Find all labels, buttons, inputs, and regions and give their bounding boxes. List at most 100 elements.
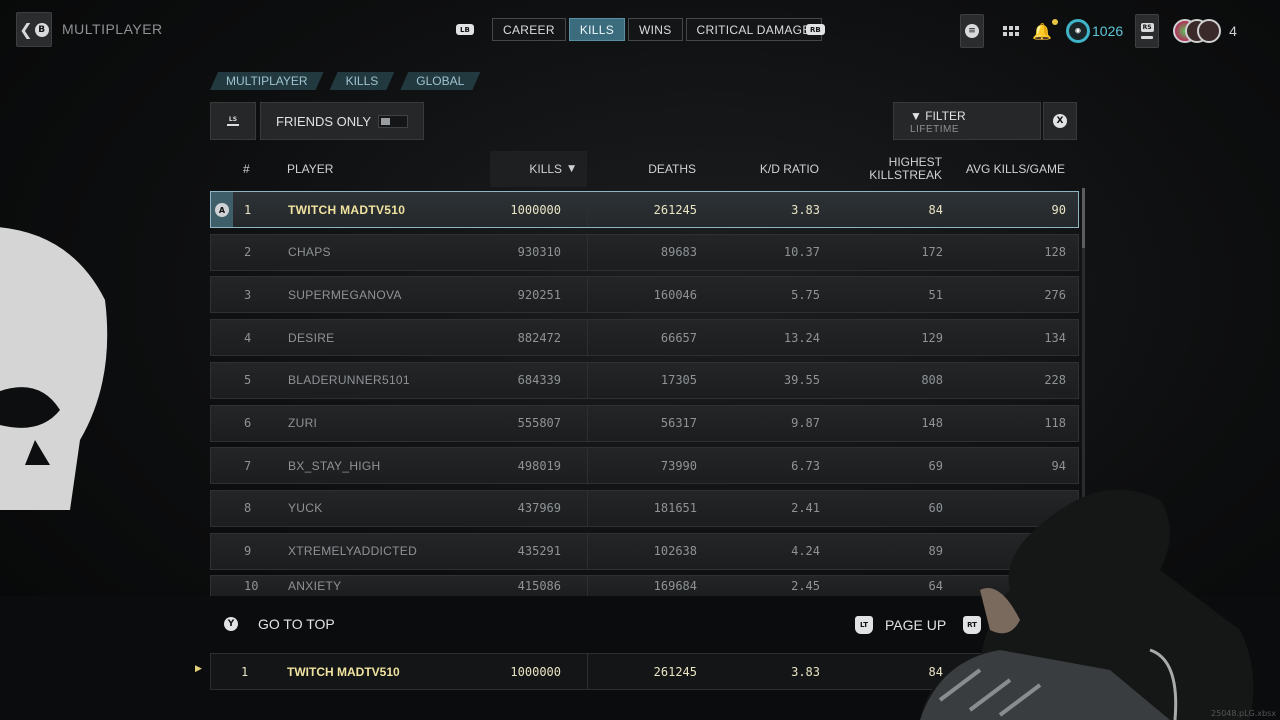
lt-trigger-icon: LT bbox=[855, 616, 873, 634]
row-deaths: 169684 bbox=[653, 579, 697, 594]
row-kills: 555807 bbox=[517, 416, 561, 430]
row-kd: 4.24 bbox=[791, 544, 820, 559]
pinned-deaths: 261245 bbox=[653, 664, 697, 679]
row-kd: 13.24 bbox=[783, 330, 820, 345]
webcam-overlay bbox=[920, 489, 1254, 720]
breadcrumb-multiplayer[interactable]: MULTIPLAYER bbox=[210, 72, 324, 90]
pinned-rank: 1 bbox=[241, 664, 249, 679]
row-player-name: ZURI bbox=[288, 416, 318, 430]
col-rank: # bbox=[243, 162, 250, 176]
tab-wins[interactable]: WINS bbox=[628, 18, 683, 41]
row-kd: 6.73 bbox=[791, 458, 820, 473]
col-kills-label: KILLS bbox=[529, 162, 563, 176]
rs-button[interactable]: RS bbox=[1135, 14, 1160, 48]
table-row[interactable]: 2 CHAPS 930310 89683 10.37 172 128 bbox=[210, 233, 1079, 271]
go-to-top-label: GO TO TOP bbox=[258, 616, 335, 632]
row-rank: 10 bbox=[244, 579, 259, 594]
row-streak: 172 bbox=[921, 245, 943, 260]
table-row[interactable]: 4 DESIRE 882472 66657 13.24 129 134 bbox=[210, 319, 1079, 357]
row-player-name: ANXIETY bbox=[288, 579, 342, 594]
pinned-player-name: TWITCH MADTV510 bbox=[287, 664, 400, 679]
row-player-name: BX_STAY_HIGH bbox=[288, 458, 381, 473]
menu-button[interactable]: ≡ bbox=[960, 14, 984, 48]
row-kills: 920251 bbox=[517, 287, 561, 302]
tab-critical-damage[interactable]: CRITICAL DAMAGE bbox=[685, 18, 822, 41]
col-player: PLAYER bbox=[287, 162, 334, 176]
menu-icon: ≡ bbox=[965, 24, 979, 38]
ls-toggle-button[interactable]: LS bbox=[210, 102, 256, 140]
pinned-kd: 3.83 bbox=[791, 664, 820, 679]
row-deaths: 17305 bbox=[660, 373, 697, 388]
table-header: # PLAYER KILLS ▼ DEATHS K/D RATIO HIGHES… bbox=[210, 151, 1079, 187]
row-deaths: 73990 bbox=[660, 458, 697, 473]
col-highest-killstreak: HIGHEST KILLSTREAK bbox=[830, 151, 942, 187]
notifications-button[interactable]: 🔔 bbox=[1028, 18, 1058, 41]
row-avg-kills: 118 bbox=[1044, 416, 1066, 430]
b-button-glyph-icon: B bbox=[34, 22, 49, 37]
clear-filter-button[interactable]: X bbox=[1043, 102, 1077, 140]
col-streak-line2: KILLSTREAK bbox=[869, 168, 942, 182]
table-row[interactable]: 6 ZURI 555807 56317 9.87 148 118 bbox=[210, 404, 1079, 442]
sort-desc-icon: ▼ bbox=[568, 164, 575, 174]
row-avg-kills: 128 bbox=[1044, 245, 1066, 260]
party-members[interactable]: 4 bbox=[1173, 19, 1237, 43]
top-right-toolbar: ≡ 🔔 ◉ 1026 RS 4 bbox=[960, 14, 1237, 48]
pinned-row-arrow-icon: ▶ bbox=[195, 664, 202, 674]
tab-career[interactable]: CAREER bbox=[492, 18, 566, 41]
apps-button[interactable] bbox=[994, 26, 1028, 36]
scrollbar-thumb[interactable] bbox=[1082, 188, 1085, 248]
row-rank: 5 bbox=[244, 373, 252, 388]
rank-number: 1026 bbox=[1092, 23, 1124, 39]
row-player-name: YUCK bbox=[288, 501, 323, 516]
player-rank[interactable]: ◉ 1026 bbox=[1066, 19, 1123, 43]
tab-kills[interactable]: KILLS bbox=[568, 18, 626, 41]
row-kills: 882472 bbox=[517, 330, 561, 345]
skull-emblem-icon bbox=[0, 227, 108, 510]
filter-label: FILTER bbox=[925, 109, 966, 123]
col-kills[interactable]: KILLS ▼ bbox=[490, 151, 587, 187]
rb-bumper-icon[interactable]: RB bbox=[806, 24, 825, 35]
breadcrumb-kills[interactable]: KILLS bbox=[330, 72, 395, 90]
row-avg-kills: 228 bbox=[1044, 373, 1066, 388]
chevron-left-icon: ❮ bbox=[19, 20, 33, 39]
back-button[interactable]: ❮ B bbox=[16, 12, 52, 47]
row-player-name: DESIRE bbox=[288, 330, 335, 345]
lb-bumper-icon[interactable]: LB bbox=[456, 24, 474, 35]
rs-label: RS bbox=[1140, 23, 1154, 32]
row-player-name: BLADERUNNER5101 bbox=[288, 373, 410, 388]
row-rank: 8 bbox=[244, 501, 252, 516]
rs-bar-icon bbox=[1141, 36, 1154, 39]
row-rank: 3 bbox=[244, 287, 252, 302]
row-kills: 415086 bbox=[517, 579, 561, 594]
row-deaths: 102638 bbox=[653, 544, 697, 559]
row-kills: 930310 bbox=[517, 245, 561, 260]
table-row[interactable]: 3 SUPERMEGANOVA 920251 160046 5.75 51 276 bbox=[210, 276, 1079, 314]
go-to-top-button[interactable]: Y GO TO TOP bbox=[224, 616, 335, 632]
row-rank: 9 bbox=[244, 544, 252, 559]
row-kd: 39.55 bbox=[783, 373, 820, 388]
row-kills: 498019 bbox=[517, 458, 561, 473]
row-player-name: CHAPS bbox=[288, 245, 331, 260]
filter-value: LIFETIME bbox=[910, 124, 960, 135]
row-kd: 9.87 bbox=[791, 416, 820, 430]
col-kd: K/D RATIO bbox=[759, 162, 819, 176]
row-deaths: 56317 bbox=[660, 416, 697, 430]
filter-button[interactable]: ▼ FILTER LIFETIME bbox=[893, 102, 1041, 140]
col-avg-kills: AVG KILLS/GAME bbox=[965, 162, 1065, 176]
row-avg-kills: 134 bbox=[1044, 330, 1066, 345]
ls-stick-icon: LS bbox=[227, 116, 239, 126]
row-rank: 1 bbox=[244, 202, 252, 217]
friends-only-toggle[interactable]: FRIENDS ONLY bbox=[260, 102, 424, 140]
row-rank: 2 bbox=[244, 245, 252, 260]
row-streak: 51 bbox=[928, 287, 943, 302]
row-deaths: 181651 bbox=[653, 501, 697, 516]
row-avg-kills: 276 bbox=[1044, 287, 1066, 302]
row-avg-kills: 90 bbox=[1051, 202, 1066, 217]
table-row[interactable]: 5 BLADERUNNER5101 684339 17305 39.55 808 228 bbox=[210, 361, 1079, 399]
breadcrumb-global[interactable]: GLOBAL bbox=[400, 72, 480, 90]
row-rank: 4 bbox=[244, 330, 252, 345]
table-row[interactable]: A 1 TWITCH MADTV510 1000000 261245 3.83 84 90 bbox=[210, 191, 1079, 228]
toggle-switch[interactable] bbox=[378, 115, 408, 128]
row-streak: 84 bbox=[928, 202, 943, 217]
notification-dot bbox=[1051, 18, 1058, 25]
